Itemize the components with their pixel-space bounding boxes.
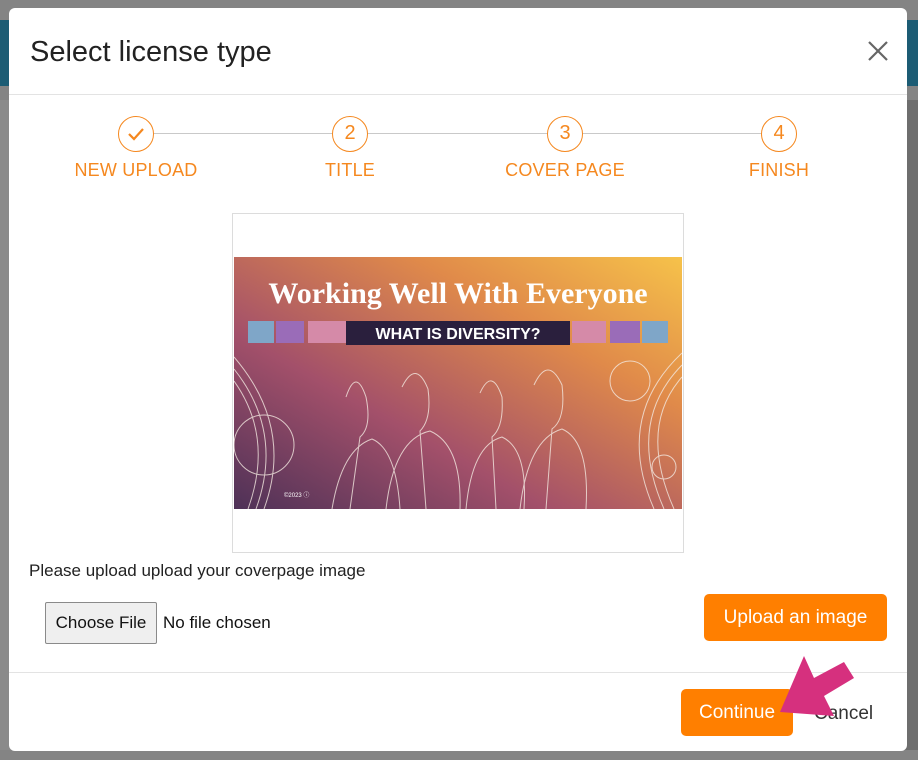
step-new-upload: NEW UPLOAD xyxy=(36,116,236,181)
license-modal: Select license type NEW UPLOAD 2 TITLE 3… xyxy=(9,8,907,751)
annotation-arrow-icon xyxy=(780,656,854,716)
cover-headline: Working Well With Everyone xyxy=(268,277,647,310)
modal-header: Select license type xyxy=(9,8,907,95)
check-icon xyxy=(128,128,144,141)
upload-hint: Please upload upload your coverpage imag… xyxy=(29,561,366,580)
step-marker: 2 xyxy=(332,116,368,152)
upload-image-button[interactable]: Upload an image xyxy=(704,594,887,641)
step-cover-page: 3 COVER PAGE xyxy=(465,116,665,181)
choose-file-button[interactable]: Choose File xyxy=(45,602,157,644)
step-label: COVER PAGE xyxy=(505,160,625,180)
step-marker xyxy=(118,116,154,152)
step-marker: 3 xyxy=(547,116,583,152)
step-finish: 4 FINISH xyxy=(679,116,879,181)
cover-artwork: Working Well With Everyone WHAT IS DIVER… xyxy=(234,257,682,509)
cover-image-preview: Working Well With Everyone WHAT IS DIVER… xyxy=(232,213,684,553)
step-marker: 4 xyxy=(761,116,797,152)
cover-subtitle: WHAT IS DIVERSITY? xyxy=(375,326,540,343)
modal-footer: Continue Cancel xyxy=(9,672,907,751)
step-label: NEW UPLOAD xyxy=(74,160,198,180)
close-icon[interactable] xyxy=(865,38,891,64)
step-label: TITLE xyxy=(324,160,375,180)
step-label: FINISH xyxy=(748,160,810,180)
modal-title: Select license type xyxy=(30,36,272,68)
stepper: NEW UPLOAD 2 TITLE 3 COVER PAGE 4 FINISH xyxy=(9,116,907,196)
cover-copyright: ©2023 ⓘ xyxy=(284,491,309,499)
step-title: 2 TITLE xyxy=(250,116,450,181)
file-status: No file chosen xyxy=(163,613,271,632)
